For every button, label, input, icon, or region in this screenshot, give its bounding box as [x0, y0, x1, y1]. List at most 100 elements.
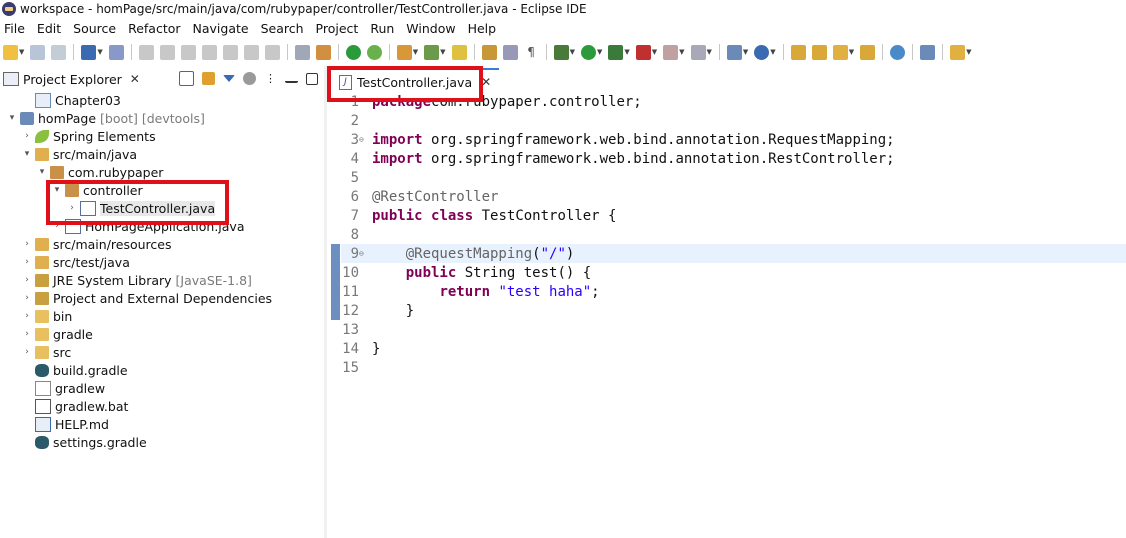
- code-line[interactable]: 6 @RestController: [341, 187, 1126, 206]
- chevron-down-icon[interactable]: ▼: [440, 48, 445, 56]
- terminal-icon[interactable]: [81, 44, 97, 60]
- code-line[interactable]: 8: [341, 225, 1126, 244]
- tree-item[interactable]: HELP.md: [0, 415, 324, 433]
- new-java-project-icon[interactable]: [726, 44, 742, 60]
- menu-item-edit[interactable]: Edit: [31, 21, 67, 36]
- fold-icon[interactable]: ⊖: [359, 249, 367, 258]
- disconnect-icon[interactable]: [201, 44, 217, 60]
- save-all-icon[interactable]: [51, 44, 67, 60]
- menu-item-file[interactable]: File: [0, 21, 31, 36]
- tree-item[interactable]: gradlew.bat: [0, 397, 324, 415]
- next-annotation-icon[interactable]: [950, 44, 966, 60]
- drop-to-frame-icon[interactable]: [294, 44, 310, 60]
- edit-icon[interactable]: [920, 44, 936, 60]
- chevron-down-icon[interactable]: ▼: [652, 48, 657, 56]
- chevron-right-icon[interactable]: ›: [21, 130, 33, 142]
- code-line[interactable]: 2: [341, 111, 1126, 130]
- use-step-filters-icon[interactable]: [315, 44, 331, 60]
- show-whitespace-icon[interactable]: ¶: [523, 44, 539, 60]
- tree-item[interactable]: › JRE System Library [JavaSE-1.8]: [0, 271, 324, 289]
- tree-item[interactable]: › Spring Elements: [0, 127, 324, 145]
- menu-item-navigate[interactable]: Navigate: [187, 21, 255, 36]
- chevron-down-icon[interactable]: ▾: [51, 184, 63, 196]
- tab-project-explorer[interactable]: Project Explorer ✕: [3, 72, 140, 87]
- code-line[interactable]: 11 return "test haha";: [341, 282, 1126, 301]
- step-over-icon[interactable]: [243, 44, 259, 60]
- terminate-icon[interactable]: [180, 44, 196, 60]
- tree-item[interactable]: Chapter03: [0, 91, 324, 109]
- chevron-down-icon[interactable]: ▼: [849, 48, 854, 56]
- code-line[interactable]: 5: [341, 168, 1126, 187]
- code-line[interactable]: 4 import org.springframework.web.bind.ann…: [341, 149, 1126, 168]
- code-line[interactable]: 12 }: [341, 301, 1126, 320]
- tree-item[interactable]: ▾ homPage [boot] [devtools]: [0, 109, 324, 127]
- chevron-right-icon[interactable]: ›: [51, 220, 63, 232]
- annotation-next-icon[interactable]: [481, 44, 497, 60]
- chevron-down-icon[interactable]: ▾: [6, 112, 18, 124]
- menu-item-help[interactable]: Help: [462, 21, 503, 36]
- menu-item-refactor[interactable]: Refactor: [122, 21, 186, 36]
- relaunch-icon[interactable]: [690, 44, 706, 60]
- chevron-down-icon[interactable]: ▼: [770, 48, 775, 56]
- tree-item[interactable]: › TestController.java: [0, 199, 324, 217]
- coverage-icon[interactable]: [608, 44, 624, 60]
- tree-item[interactable]: gradlew: [0, 379, 324, 397]
- tree-item[interactable]: ▾ src/main/java: [0, 145, 324, 163]
- code-line[interactable]: 14}: [341, 339, 1126, 358]
- code-area[interactable]: 1 packagecom.rubypaper.controller; 2 3 ⊖ impo…: [341, 92, 1126, 377]
- highlight-icon[interactable]: [451, 44, 467, 60]
- block-selection-icon[interactable]: [502, 44, 518, 60]
- fold-icon[interactable]: ⊖: [359, 135, 367, 144]
- menu-item-window[interactable]: Window: [400, 21, 461, 36]
- filter-icon[interactable]: [223, 75, 235, 82]
- toggle-ant-icon[interactable]: [860, 44, 876, 60]
- skip-breakpoints-icon[interactable]: [108, 44, 124, 60]
- spring-icon[interactable]: [366, 44, 382, 60]
- tree-item[interactable]: › Project and External Dependencies: [0, 289, 324, 307]
- chevron-down-icon[interactable]: ▼: [624, 48, 629, 56]
- chevron-right-icon[interactable]: ›: [21, 238, 33, 250]
- tree-item[interactable]: settings.gradle: [0, 433, 324, 451]
- chevron-right-icon[interactable]: ›: [21, 256, 33, 268]
- chevron-right-icon[interactable]: ›: [21, 346, 33, 358]
- code-line[interactable]: 15: [341, 358, 1126, 377]
- chevron-down-icon[interactable]: ▼: [966, 48, 971, 56]
- close-icon[interactable]: ✕: [481, 75, 491, 89]
- resume-icon[interactable]: [138, 44, 154, 60]
- suspend-icon[interactable]: [159, 44, 175, 60]
- chevron-down-icon[interactable]: ▾: [36, 166, 48, 178]
- save-icon[interactable]: [30, 44, 46, 60]
- chevron-down-icon[interactable]: ▼: [19, 48, 24, 56]
- chevron-right-icon[interactable]: ›: [66, 202, 78, 214]
- focus-icon[interactable]: [243, 72, 256, 85]
- open-folder-icon[interactable]: [790, 44, 806, 60]
- code-line[interactable]: 10 public String test() {: [341, 263, 1126, 282]
- chevron-down-icon[interactable]: ▾: [21, 148, 33, 160]
- external-tools-icon[interactable]: [635, 44, 651, 60]
- chevron-down-icon[interactable]: ▼: [570, 48, 575, 56]
- menu-item-project[interactable]: Project: [310, 21, 365, 36]
- chevron-down-icon[interactable]: ▼: [743, 48, 748, 56]
- open-task-icon[interactable]: [811, 44, 827, 60]
- chevron-down-icon[interactable]: ▼: [597, 48, 602, 56]
- link-with-editor-icon[interactable]: [202, 72, 215, 85]
- chevron-down-icon[interactable]: ▼: [97, 48, 102, 56]
- step-into-icon[interactable]: [222, 44, 238, 60]
- debug-icon[interactable]: [553, 44, 569, 60]
- code-line[interactable]: 1 packagecom.rubypaper.controller;: [341, 92, 1126, 111]
- code-line[interactable]: 3 ⊖ import org.springframework.web.bind.an…: [341, 130, 1126, 149]
- chevron-right-icon[interactable]: ›: [21, 292, 33, 304]
- new-icon[interactable]: [3, 44, 18, 60]
- minimize-icon[interactable]: [285, 75, 298, 83]
- tree-item[interactable]: ▾ com.rubypaper: [0, 163, 324, 181]
- menu-item-run[interactable]: Run: [364, 21, 400, 36]
- tab-testcontroller-java[interactable]: J TestController.java ✕: [331, 68, 500, 94]
- globe-icon[interactable]: [890, 44, 906, 60]
- tree-item[interactable]: › gradle: [0, 325, 324, 343]
- open-type-icon[interactable]: [396, 44, 412, 60]
- chevron-down-icon[interactable]: ▼: [707, 48, 712, 56]
- tree-item[interactable]: build.gradle: [0, 361, 324, 379]
- tree-item[interactable]: › src/main/resources: [0, 235, 324, 253]
- close-icon[interactable]: ✕: [130, 72, 140, 86]
- new-class-icon[interactable]: [754, 44, 770, 60]
